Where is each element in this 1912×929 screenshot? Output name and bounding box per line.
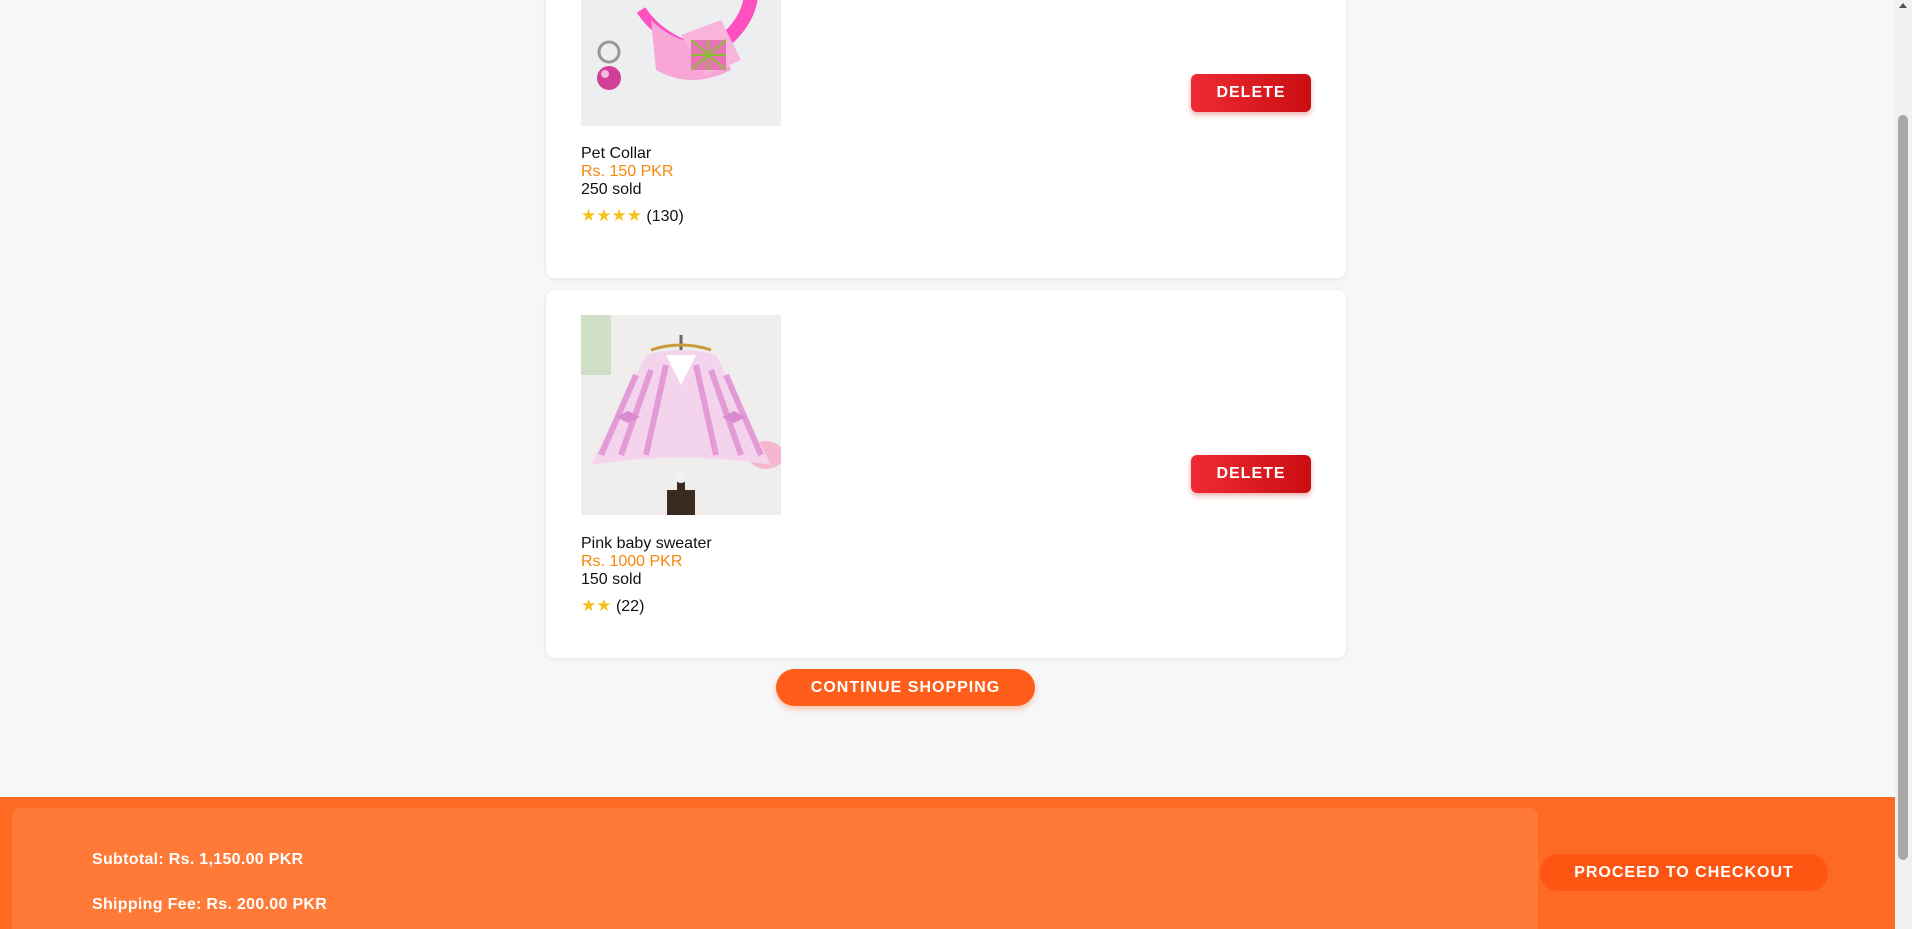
delete-button[interactable]: DELETE [1191, 455, 1311, 493]
proceed-to-checkout-button[interactable]: PROCEED TO CHECKOUT [1540, 854, 1828, 891]
product-image[interactable] [581, 315, 781, 515]
product-image[interactable] [581, 0, 781, 126]
order-summary: Subtotal: Rs. 1,150.00 PKR Shipping Fee:… [12, 808, 1538, 929]
product-name: Pet Collar [581, 145, 652, 162]
scrollbar-thumb[interactable] [1898, 115, 1908, 860]
product-price: Rs. 150 PKR [581, 163, 674, 180]
delete-button[interactable]: DELETE [1191, 74, 1311, 112]
vertical-scrollbar[interactable] [1895, 0, 1912, 929]
star-rating-icons: ★★★★ [581, 206, 642, 225]
subtotal-text: Subtotal: Rs. 1,150.00 PKR [92, 851, 304, 868]
scroll-up-arrow-icon[interactable] [1899, 3, 1907, 8]
continue-shopping-button[interactable]: CONTINUE SHOPPING [776, 669, 1035, 706]
product-sold-count: 250 sold [581, 181, 642, 198]
checkout-bar: Subtotal: Rs. 1,150.00 PKR Shipping Fee:… [0, 797, 1895, 929]
product-rating: ★★★★ (130) [581, 206, 684, 226]
product-name: Pink baby sweater [581, 535, 712, 552]
cart-page: Pet Collar Rs. 150 PKR 250 sold ★★★★ (13… [0, 0, 1895, 929]
cart-item-card: Pet Collar Rs. 150 PKR 250 sold ★★★★ (13… [546, 0, 1346, 278]
product-rating: ★★ (22) [581, 596, 644, 616]
cart-item-card: Pink baby sweater Rs. 1000 PKR 150 sold … [546, 290, 1346, 658]
product-sold-count: 150 sold [581, 571, 642, 588]
star-rating-icons: ★★ [581, 596, 612, 615]
shipping-fee-text: Shipping Fee: Rs. 200.00 PKR [92, 896, 328, 913]
product-price: Rs. 1000 PKR [581, 553, 683, 570]
review-count: (22) [615, 598, 645, 615]
review-count: (130) [646, 208, 684, 225]
